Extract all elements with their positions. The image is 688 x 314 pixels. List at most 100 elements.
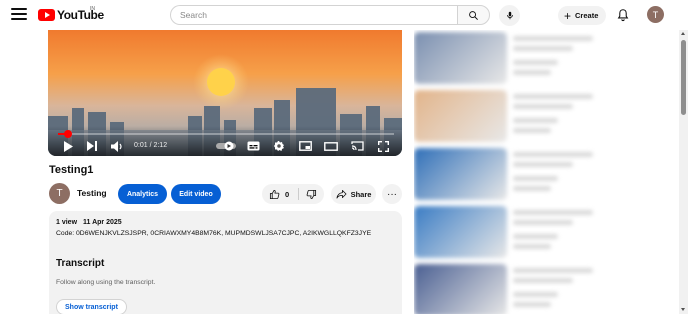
recommendation-text-placeholder [513,176,558,181]
share-label: Share [350,189,372,199]
country-code: IN [90,6,95,12]
miniplayer-button[interactable] [298,139,312,153]
recommendation-text-placeholder [513,118,558,123]
dislike-button[interactable] [299,184,324,204]
scrubber-handle[interactable] [64,130,73,138]
search-input[interactable] [170,5,457,25]
create-button[interactable]: + Create [558,6,607,25]
create-label: Create [575,11,599,20]
search-box [170,5,490,25]
recommendation-text-placeholder [513,234,558,239]
recommendation-text-placeholder [513,36,593,41]
video-title: Testing1 [49,164,94,176]
autoplay-toggle[interactable] [216,139,236,153]
like-dislike-group: 0 [262,184,324,204]
recommendation-text-placeholder [513,60,558,65]
recommendation-text-placeholder [513,292,558,297]
share-arrow-icon [336,189,347,199]
recommendation-thumbnail [414,90,507,142]
recommendation-text-placeholder [513,268,593,273]
recommendation-text-placeholder [513,244,551,249]
recommendation-text-placeholder [513,128,551,133]
time-display: 0:01 / 2:12 [134,142,168,149]
channel-name[interactable]: Testing [77,188,107,198]
transcript-subtitle: Follow along using the transcript. [56,279,156,286]
share-button[interactable]: Share [331,184,376,204]
logo-text: YouTube [57,8,104,22]
thumbs-up-icon [269,189,280,199]
recommendation-item[interactable] [414,146,676,202]
subtitles-button[interactable] [246,139,260,153]
youtube-watch-page: YouTube IN + Create T [0,0,688,314]
skip-next-icon [86,141,97,151]
scroll-down-arrow-icon[interactable] [681,308,685,311]
recommendation-text-placeholder [513,94,593,99]
progress-bar[interactable] [58,130,394,138]
recommendation-text-placeholder [513,162,573,167]
play-button[interactable] [62,139,74,153]
cast-icon [350,141,364,151]
recommendation-text-placeholder [513,70,551,75]
like-count: 0 [285,189,290,199]
voice-search-button[interactable] [499,5,520,26]
microphone-icon [506,11,513,20]
recommendations-list [414,30,676,314]
channel-avatar[interactable]: T [49,183,70,204]
subtitles-icon [247,141,259,151]
recommendation-text-placeholder [513,46,573,51]
description-text: Code: 0D6WENJKVLZSJSPR, 0CRIAWXMY4B8M76K… [56,230,372,237]
fullscreen-button[interactable] [376,139,390,153]
recommendation-thumbnail [414,264,507,314]
player-controls: 0:01 / 2:12 [48,126,402,156]
recommendation-text-placeholder [513,210,593,215]
show-transcript-button[interactable]: Show transcript [56,299,127,314]
transcript-heading: Transcript [56,258,105,269]
masthead: YouTube IN + Create T [0,0,688,30]
recommendation-thumbnail [414,32,507,84]
search-icon [469,10,478,20]
youtube-play-icon [38,9,55,21]
recommendation-thumbnail [414,148,507,200]
more-actions-button[interactable]: ··· [382,184,402,204]
recommendation-text-placeholder [513,152,593,157]
cast-button[interactable] [350,139,364,153]
view-date-meta: 1 view 11 Apr 2025 [56,219,122,226]
recommendation-text-placeholder [513,104,573,109]
video-player[interactable]: 0:01 / 2:12 [48,30,402,156]
view-count: 1 view [56,219,78,226]
recommendation-text-placeholder [513,220,573,225]
edit-video-button[interactable]: Edit video [171,184,221,204]
autoplay-toggle-icon [216,141,236,151]
menu-icon[interactable] [11,8,27,22]
volume-button[interactable] [110,139,124,153]
recommendation-thumbnail [414,206,507,258]
search-button[interactable] [457,5,490,25]
recommendation-text-placeholder [513,278,573,283]
recommendation-item[interactable] [414,262,676,314]
description-box[interactable]: 1 view 11 Apr 2025 Code: 0D6WENJKVLZSJSPR… [49,211,402,314]
recommendation-item[interactable] [414,88,676,144]
recommendation-item[interactable] [414,204,676,260]
play-icon [64,140,73,152]
volume-icon [111,140,122,152]
account-avatar[interactable]: T [647,6,664,23]
fullscreen-icon [377,140,389,152]
recommendation-text-placeholder [513,186,551,191]
theater-mode-button[interactable] [324,139,338,153]
like-button[interactable]: 0 [262,184,298,204]
next-button[interactable] [86,139,98,153]
notifications-bell-icon[interactable] [616,8,630,22]
theater-mode-icon [324,141,338,151]
plus-icon: + [564,8,572,23]
settings-button[interactable] [272,139,286,153]
miniplayer-icon [298,141,312,151]
recommendation-text-placeholder [513,302,551,307]
scrollbar-thumb[interactable] [681,40,686,115]
recommendation-item[interactable] [414,30,676,86]
scroll-up-arrow-icon[interactable] [681,32,685,35]
upload-date: 11 Apr 2025 [83,219,122,226]
page-scrollbar[interactable] [679,30,688,314]
settings-gear-icon [274,141,284,151]
analytics-button[interactable]: Analytics [118,184,167,204]
thumbs-down-icon [306,189,317,199]
